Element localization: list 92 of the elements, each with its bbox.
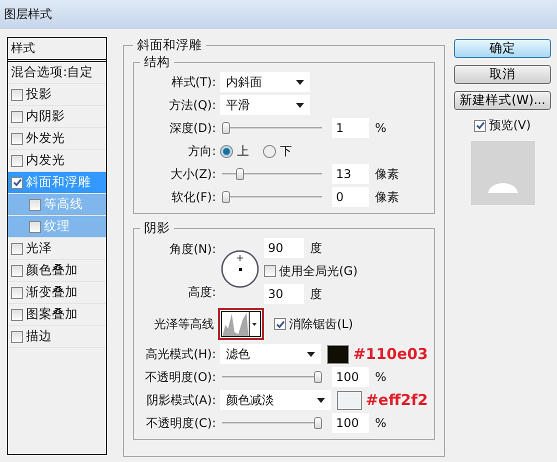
annotation-text: #eff2f2 [366,391,428,409]
window-title: 图层样式 [4,6,52,23]
style-item[interactable]: 渐变叠加 [8,282,106,304]
contour-icon [221,311,261,337]
number-field[interactable]: 100 [332,413,369,433]
slider[interactable] [222,121,322,135]
field-label: 不透明度(C): [145,414,217,432]
field-label: 方向: [186,142,217,160]
field-label: 样式(T): [170,74,217,90]
field-label: 阴影模式(A): [145,392,217,408]
dropdown[interactable]: 平滑 [220,95,310,115]
dropdown[interactable]: 内斜面 [220,72,310,92]
field-label: 方法(Q): [168,96,217,114]
checkbox-label: 消除锯齿(L) [289,316,354,332]
checkbox[interactable] [11,110,23,122]
checkbox-label: 预览(V) [489,117,531,134]
altitude-field[interactable]: 30 [264,284,304,304]
contour-picker[interactable] [218,308,264,340]
slider[interactable] [222,167,322,181]
checkbox-label: 使用全局光(G) [279,262,358,280]
blend-options-item[interactable]: 混合选项:自定 [8,62,106,84]
style-item[interactable]: 描边 [8,326,106,348]
number-field[interactable]: 0 [332,187,369,207]
field-label: 深度(D): [168,120,217,136]
unit-label: % [375,121,386,135]
dialog-button[interactable]: 取消 [454,65,551,84]
style-item[interactable]: 内阴影 [8,106,106,128]
checkbox[interactable] [11,286,23,298]
caret-icon [317,398,326,402]
caret-icon [296,80,304,84]
unit-label: 像素 [375,188,399,206]
option-label: 上 [237,142,249,160]
group-title: 阴影 [143,220,171,237]
group-title: 斜面和浮雕 [136,37,203,54]
number-field[interactable]: 13 [332,164,369,184]
slider[interactable] [222,416,322,430]
checkbox[interactable] [11,264,23,276]
checkbox[interactable] [274,318,286,330]
checkbox[interactable] [11,154,23,166]
caret-icon [307,352,316,356]
checkbox[interactable] [11,88,23,100]
slider-thumb[interactable] [222,122,230,134]
radio-button[interactable] [263,144,276,158]
unit-label: % [375,416,386,430]
dropdown[interactable]: 滤色 [220,344,322,364]
style-item[interactable]: 颜色叠加 [8,260,106,282]
number-field[interactable]: 1 [332,118,369,138]
field-label: 大小(Z): [169,166,217,182]
field-label: 软化(F): [170,188,217,206]
bevel-shape-icon [488,183,518,193]
style-item[interactable]: 光泽 [8,238,106,260]
slider-thumb[interactable] [314,371,322,383]
checkbox[interactable] [264,265,276,277]
checkbox[interactable] [11,176,23,188]
style-item[interactable]: 投影 [8,84,106,106]
checkbox[interactable] [29,198,41,210]
field-label: 高光模式(H): [144,346,217,362]
dialog-button[interactable]: 新建样式(W)... [454,91,551,110]
unit-label: 度 [310,240,322,256]
slider-thumb[interactable] [314,417,322,429]
slider-thumb[interactable] [222,191,230,203]
slider[interactable] [222,370,322,384]
angle-dial[interactable] [220,249,260,289]
number-field[interactable]: 100 [332,367,369,387]
field-label: 光泽等高线 [153,316,215,332]
checkbox[interactable] [11,308,23,320]
slider[interactable] [222,190,322,204]
style-item[interactable]: 外发光 [8,128,106,150]
checkbox[interactable] [11,242,23,254]
panel-header: 样式 [11,40,35,57]
field-label: 角度(N): [168,240,217,258]
unit-label: % [375,370,386,384]
group-title: 结构 [143,54,171,71]
checkbox[interactable] [29,220,41,232]
checkbox[interactable] [11,132,23,144]
dialog-button[interactable]: 确定 [454,39,551,58]
field-label: 不透明度(O): [144,368,217,386]
annotation-text: #110e03 [353,345,428,363]
field-label: 高度: [186,284,217,300]
slider-thumb[interactable] [236,168,244,180]
unit-label: 度 [310,286,322,302]
color-swatch[interactable] [327,344,350,364]
unit-label: 像素 [375,166,399,182]
color-swatch[interactable] [337,390,362,410]
dropdown[interactable]: 颜色减淡 [220,390,332,410]
option-label: 下 [280,142,292,160]
style-item[interactable]: 图案叠加 [8,304,106,326]
checkbox[interactable] [11,330,23,342]
checkbox[interactable] [474,120,486,132]
radio-button[interactable] [220,144,233,158]
angle-field[interactable]: 90 [264,238,304,258]
caret-icon [296,102,304,108]
